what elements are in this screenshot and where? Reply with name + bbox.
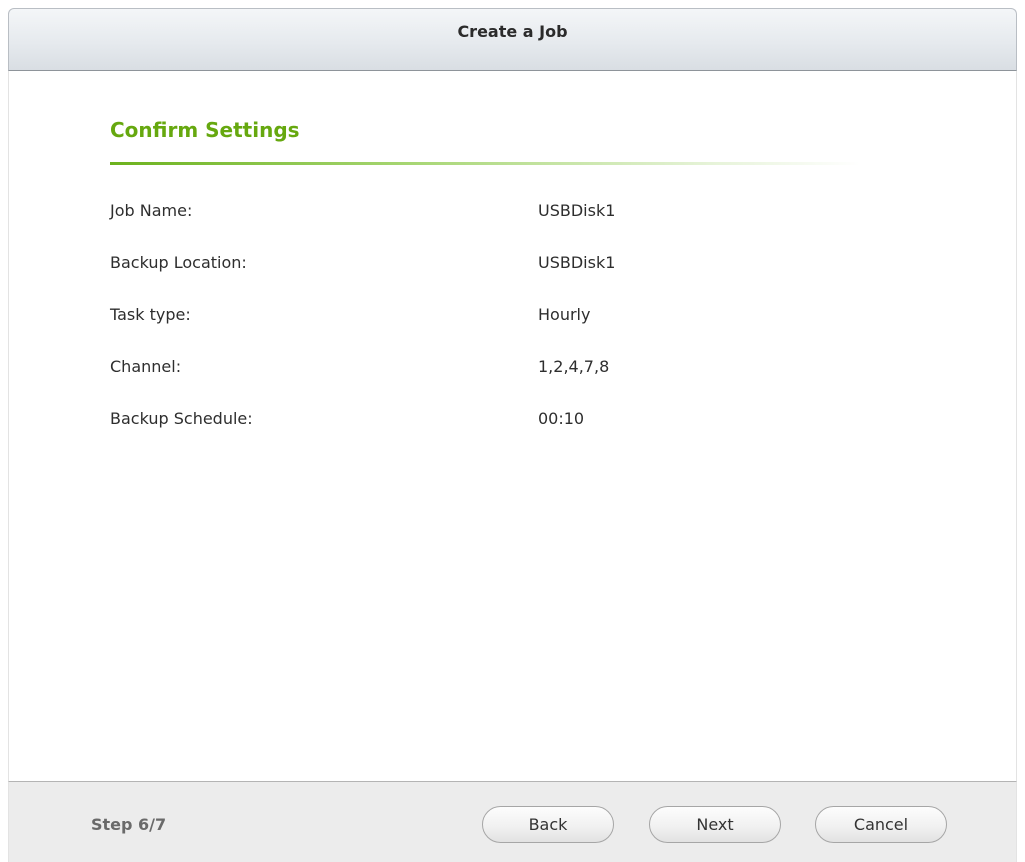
setting-label: Channel:	[110, 357, 182, 376]
setting-label: Backup Schedule:	[110, 409, 253, 428]
dialog-title-bar: Create a Job	[8, 8, 1017, 71]
setting-label: Backup Location:	[110, 253, 247, 272]
cancel-button[interactable]: Cancel	[815, 806, 947, 843]
dialog-footer: Step 6/7 Back Next Cancel	[8, 781, 1017, 862]
setting-row-backup-location: Backup Location: USBDisk1	[110, 253, 810, 305]
setting-value: USBDisk1	[538, 253, 616, 272]
next-button[interactable]: Next	[649, 806, 781, 843]
setting-row-channel: Channel: 1,2,4,7,8	[110, 357, 810, 409]
setting-row-task-type: Task type: Hourly	[110, 305, 810, 357]
section-divider	[110, 162, 860, 165]
setting-row-job-name: Job Name: USBDisk1	[110, 201, 810, 253]
settings-summary: Job Name: USBDisk1 Backup Location: USBD…	[110, 201, 810, 461]
setting-value: 00:10	[538, 409, 585, 428]
dialog-content: Confirm Settings Job Name: USBDisk1 Back…	[8, 71, 1017, 781]
setting-label: Job Name:	[110, 201, 193, 220]
setting-value: Hourly	[538, 305, 591, 324]
setting-row-backup-schedule: Backup Schedule: 00:10	[110, 409, 810, 461]
setting-value: 1,2,4,7,8	[538, 357, 610, 376]
setting-label: Task type:	[110, 305, 191, 324]
dialog-title: Create a Job	[457, 22, 568, 41]
section-title: Confirm Settings	[110, 118, 300, 142]
step-indicator: Step 6/7	[91, 815, 167, 834]
create-job-dialog: Create a Job Confirm Settings Job Name: …	[0, 0, 1025, 862]
back-button[interactable]: Back	[482, 806, 614, 843]
setting-value: USBDisk1	[538, 201, 616, 220]
